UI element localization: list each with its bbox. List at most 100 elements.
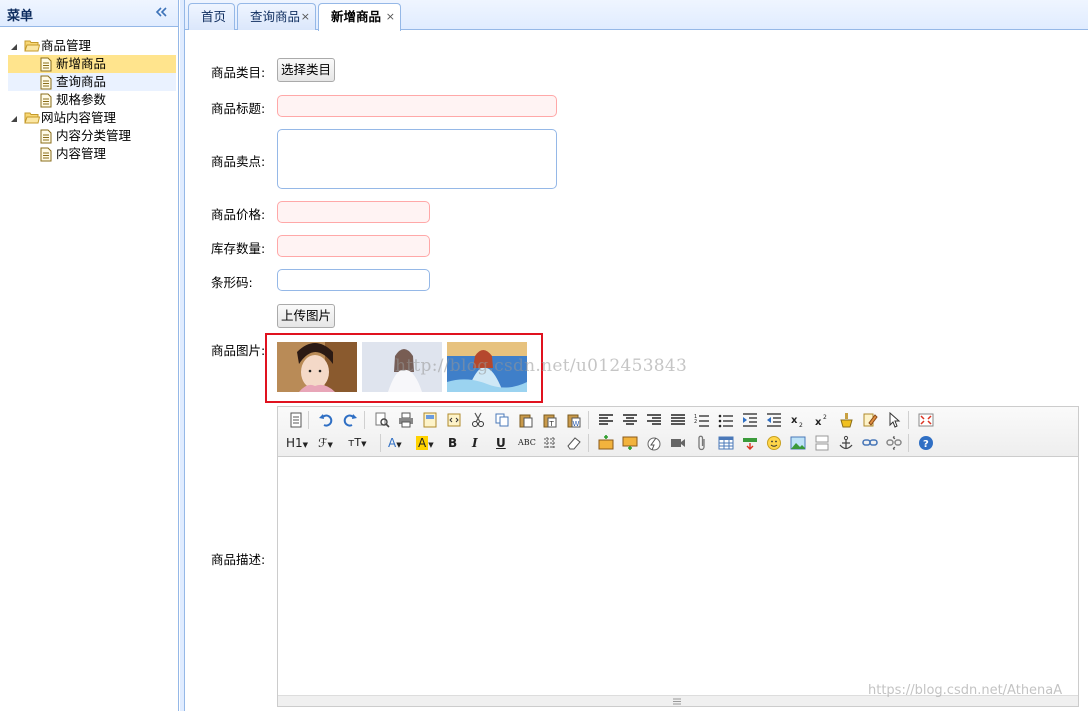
stock-input[interactable]	[277, 235, 430, 257]
image-icon[interactable]	[788, 433, 808, 453]
table-icon[interactable]	[716, 433, 736, 453]
upload-image-button[interactable]: 上传图片	[277, 304, 335, 328]
resize-grip-icon	[673, 698, 681, 705]
page-break-icon[interactable]	[740, 433, 760, 453]
emoticon-icon[interactable]	[764, 433, 784, 453]
tree-node-add-product[interactable]: 新增商品	[8, 55, 176, 73]
tree-node-query-product[interactable]: 查询商品	[8, 73, 176, 91]
italic-button[interactable]: I	[472, 433, 486, 453]
sidebar-title: 菜单	[7, 9, 34, 24]
align-justify-icon[interactable]	[668, 410, 688, 430]
flash-icon[interactable]	[644, 433, 664, 453]
title-input[interactable]	[277, 95, 557, 117]
help-icon[interactable]: ?	[916, 433, 936, 453]
paste-word-icon[interactable]: W	[564, 410, 584, 430]
source-code-icon[interactable]	[286, 410, 306, 430]
cut-icon[interactable]	[468, 410, 488, 430]
horizontal-rule-icon[interactable]	[540, 433, 560, 453]
tab-label: 新增商品	[331, 9, 382, 24]
background-color-dropdown[interactable]: A ▼	[416, 433, 438, 453]
redo-icon[interactable]	[340, 410, 360, 430]
link-icon[interactable]	[860, 433, 880, 453]
print-icon[interactable]	[396, 410, 416, 430]
template-icon[interactable]	[420, 410, 440, 430]
anchor-icon[interactable]	[836, 433, 856, 453]
font-size-dropdown[interactable]: тT▼	[348, 433, 374, 453]
close-icon[interactable]: ×	[301, 4, 310, 30]
copy-icon[interactable]	[492, 410, 512, 430]
superscript-icon[interactable]: x2	[812, 410, 832, 430]
heading-label: H1	[286, 436, 303, 450]
code-icon[interactable]	[444, 410, 464, 430]
font-size-label: тT	[348, 436, 362, 449]
description-label: 商品描述:	[211, 552, 266, 567]
folder-open-icon	[24, 37, 40, 55]
unlink-icon[interactable]	[884, 433, 904, 453]
tree-node-label: 商品管理	[40, 38, 91, 53]
undo-icon[interactable]	[316, 410, 336, 430]
insert-row-before-icon[interactable]	[596, 433, 616, 453]
file-icon	[39, 145, 55, 163]
svg-text:2: 2	[799, 422, 803, 428]
eraser-icon[interactable]	[564, 433, 584, 453]
sell-point-textarea[interactable]	[277, 129, 557, 189]
paste-icon[interactable]	[516, 410, 536, 430]
tree-node-content-management[interactable]: 内容管理	[8, 145, 176, 163]
toolbar-row-1: T W 12 x2 x2	[284, 409, 1074, 431]
tree-node-product-management[interactable]: 商品管理	[8, 37, 176, 55]
outdent-icon[interactable]	[764, 410, 784, 430]
sidebar-header: 菜单	[0, 0, 178, 27]
multi-image-icon[interactable]	[812, 433, 832, 453]
tab-query-product[interactable]: 查询商品 ×	[237, 3, 316, 30]
format-painter-icon[interactable]	[836, 410, 856, 430]
fullscreen-icon[interactable]	[916, 410, 936, 430]
tree-node-site-content[interactable]: 网站内容管理	[8, 109, 176, 127]
indent-icon[interactable]	[740, 410, 760, 430]
strikethrough-button[interactable]: ABC	[518, 433, 538, 453]
close-icon[interactable]: ×	[386, 4, 395, 30]
triangle-down-icon[interactable]	[8, 37, 20, 55]
preview-icon[interactable]	[372, 410, 392, 430]
triangle-down-icon[interactable]	[8, 109, 20, 127]
tab-add-product[interactable]: 新增商品 ×	[318, 3, 401, 31]
select-all-icon[interactable]	[884, 410, 904, 430]
bold-button[interactable]: B	[448, 433, 462, 453]
align-right-icon[interactable]	[644, 410, 664, 430]
clear-format-icon[interactable]	[860, 410, 880, 430]
editor-toolbar: T W 12 x2 x2 H1▼ ℱ▼ тT▼ A▼ A ▼ B I U ABC…	[278, 407, 1078, 457]
select-category-button[interactable]: 选择类目	[277, 58, 335, 82]
paste-text-icon[interactable]: T	[540, 410, 560, 430]
file-icon	[39, 73, 55, 91]
svg-text:2: 2	[823, 414, 827, 421]
tree-node-spec-params[interactable]: 规格参数	[8, 91, 176, 109]
align-center-icon[interactable]	[620, 410, 640, 430]
svg-text:?: ?	[923, 439, 929, 450]
insert-row-after-icon[interactable]	[620, 433, 640, 453]
align-left-icon[interactable]	[596, 410, 616, 430]
heading-dropdown[interactable]: H1▼	[286, 433, 312, 453]
price-input[interactable]	[277, 201, 430, 223]
barcode-input[interactable]	[277, 269, 430, 291]
folder-open-icon	[24, 109, 40, 127]
tree-node-label: 内容管理	[56, 146, 107, 161]
product-thumbnail[interactable]	[277, 342, 357, 392]
font-family-dropdown[interactable]: ℱ▼	[318, 433, 344, 453]
underline-button[interactable]: U	[496, 433, 510, 453]
font-color-label: A	[388, 436, 397, 450]
subscript-icon[interactable]: x2	[788, 410, 808, 430]
tab-label: 查询商品	[250, 9, 301, 24]
tab-home[interactable]: 首页	[188, 3, 235, 30]
image-label: 商品图片:	[211, 343, 266, 358]
editor-content-area[interactable]	[278, 457, 1078, 695]
category-label: 商品类目:	[211, 65, 266, 80]
double-chevron-left-icon[interactable]	[153, 3, 169, 21]
unordered-list-icon[interactable]	[716, 410, 736, 430]
barcode-label: 条形码:	[211, 275, 253, 290]
rich-text-editor: T W 12 x2 x2 H1▼ ℱ▼ тT▼ A▼ A ▼ B I U ABC…	[277, 406, 1079, 707]
video-icon[interactable]	[668, 433, 688, 453]
attachment-icon[interactable]	[692, 433, 712, 453]
font-color-dropdown[interactable]: A▼	[388, 433, 410, 453]
tree-node-content-category[interactable]: 内容分类管理	[8, 127, 176, 145]
svg-text:2: 2	[694, 419, 697, 425]
ordered-list-icon[interactable]: 12	[692, 410, 712, 430]
